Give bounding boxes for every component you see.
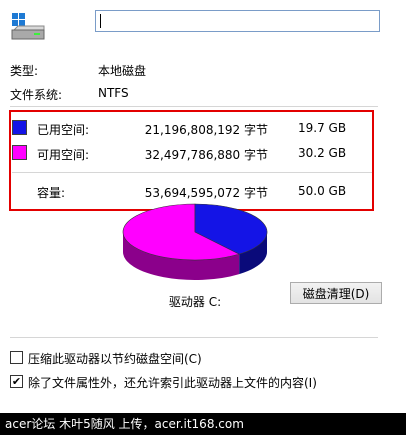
compress-checkbox[interactable] xyxy=(10,351,23,364)
free-space-swatch xyxy=(12,145,27,160)
free-space-size: 30.2 GB xyxy=(298,146,347,160)
used-space-label: 已用空间: xyxy=(37,123,90,137)
divider xyxy=(10,106,378,107)
watermark-footer: acer论坛 木叶5随风 上传，acer.it168.com xyxy=(0,413,406,435)
type-value: 本地磁盘 xyxy=(98,64,147,78)
free-space-bytes: 32,497,786,880 字节 xyxy=(144,148,268,162)
capacity-size: 50.0 GB xyxy=(298,184,347,198)
capacity-bytes: 53,694,595,072 字节 xyxy=(144,186,268,200)
divider xyxy=(12,172,372,173)
drive-name-input[interactable] xyxy=(95,10,380,32)
type-label: 类型: xyxy=(10,64,39,78)
drive-icon xyxy=(11,13,45,40)
text-caret xyxy=(100,14,101,28)
used-space-bytes: 21,196,808,192 字节 xyxy=(144,123,268,137)
compress-label: 压缩此驱动器以节约磁盘空间(C) xyxy=(28,352,202,366)
used-space-size: 19.7 GB xyxy=(298,121,347,135)
divider xyxy=(10,337,378,338)
capacity-label: 容量: xyxy=(37,186,66,200)
index-label: 除了文件属性外，还允许索引此驱动器上文件的内容(I) xyxy=(28,376,317,390)
used-space-swatch xyxy=(12,120,27,135)
filesystem-label: 文件系统: xyxy=(10,88,63,102)
index-checkbox[interactable]: ✔ xyxy=(10,375,23,388)
disk-cleanup-button[interactable]: 磁盘清理(D) xyxy=(290,282,382,304)
disk-usage-pie xyxy=(122,203,268,280)
free-space-label: 可用空间: xyxy=(37,148,90,162)
filesystem-value: NTFS xyxy=(98,86,129,100)
drive-label: 驱动器 C: xyxy=(168,295,222,309)
